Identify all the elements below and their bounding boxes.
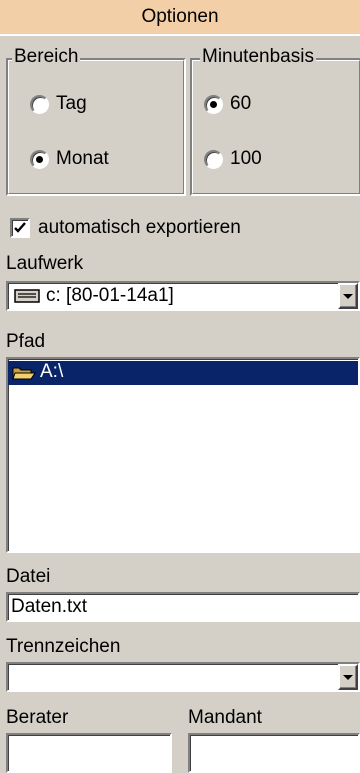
radio-60-button[interactable]: [204, 95, 223, 114]
pfad-item-label: A:\: [40, 361, 64, 382]
auto-export-checkbox-row[interactable]: automatisch exportieren: [10, 215, 350, 241]
trennzeichen-dropdown-button[interactable]: [338, 664, 358, 690]
auto-export-label: automatisch exportieren: [38, 217, 241, 238]
auto-export-checkbox[interactable]: [10, 218, 30, 238]
trennzeichen-label: Trennzeichen: [6, 636, 121, 657]
laufwerk-dropdown-button[interactable]: [338, 283, 358, 309]
radio-monat[interactable]: Monat: [30, 148, 170, 172]
pfad-label: Pfad: [6, 331, 46, 352]
open-folder-icon: [12, 367, 36, 380]
berater-label: Berater: [6, 707, 69, 728]
chevron-down-icon: [343, 674, 353, 680]
options-title-bar: Optionen: [0, 0, 360, 36]
radio-100-button[interactable]: [204, 150, 223, 169]
radio-tag[interactable]: Tag: [30, 93, 170, 117]
mandant-label: Mandant: [188, 707, 262, 728]
list-item[interactable]: A:\: [8, 361, 358, 385]
datei-label: Datei: [6, 566, 51, 587]
drive-icon: [14, 289, 40, 303]
radio-60-selected-dot: [210, 101, 217, 108]
datei-value: Daten.txt: [11, 596, 88, 617]
laufwerk-dropdown[interactable]: c: [80-01-14a1]: [6, 281, 360, 311]
minutenbasis-groupbox: [190, 58, 360, 196]
berater-input[interactable]: [6, 733, 172, 773]
trennzeichen-dropdown[interactable]: [6, 662, 360, 692]
radio-monat-button[interactable]: [30, 150, 49, 169]
radio-monat-selected-dot: [36, 156, 43, 163]
laufwerk-label: Laufwerk: [6, 253, 84, 274]
pfad-listbox[interactable]: A:\: [6, 357, 360, 553]
radio-tag-button[interactable]: [30, 95, 49, 114]
radio-60-label: 60: [230, 93, 252, 114]
checkmark-icon: [14, 222, 26, 233]
chevron-down-icon: [343, 293, 353, 299]
radio-60[interactable]: 60: [204, 93, 344, 117]
mandant-input[interactable]: [188, 733, 360, 773]
minutenbasis-legend: Minutenbasis: [200, 46, 316, 68]
datei-input[interactable]: Daten.txt: [6, 592, 360, 622]
radio-monat-label: Monat: [56, 148, 109, 169]
radio-100[interactable]: 100: [204, 148, 344, 172]
radio-tag-label: Tag: [56, 93, 87, 114]
panel-title: Optionen: [141, 6, 219, 27]
bereich-groupbox: [6, 58, 186, 196]
radio-100-label: 100: [230, 148, 262, 169]
laufwerk-value: c: [80-01-14a1]: [46, 285, 174, 306]
bereich-legend: Bereich: [12, 46, 81, 68]
